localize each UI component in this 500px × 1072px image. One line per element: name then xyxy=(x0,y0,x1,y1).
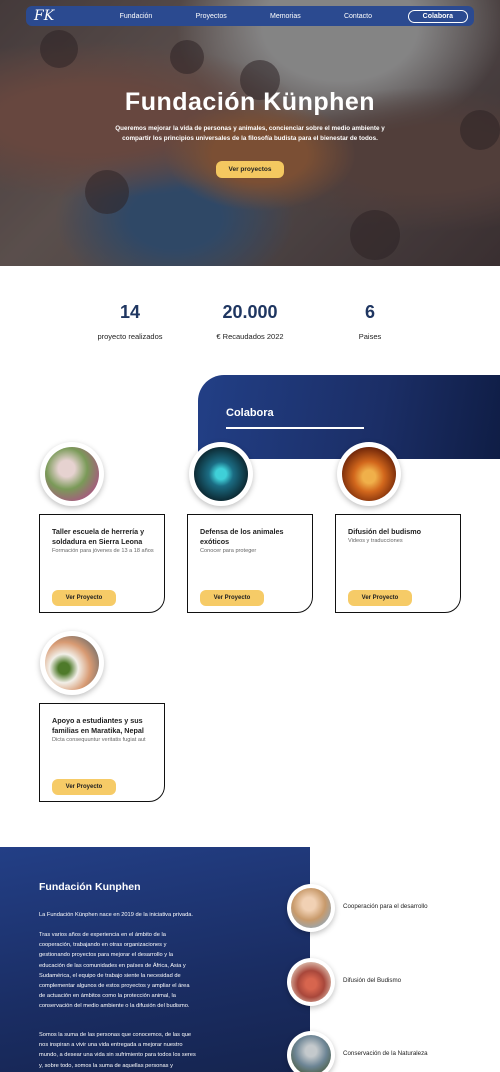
nav-link-memorias[interactable]: Memorias xyxy=(270,13,301,20)
about-title: Fundación Kunphen xyxy=(39,881,141,893)
project-description: Formación para jóvenes de 13 a 18 años xyxy=(52,548,154,554)
project-title: Taller escuela de herrería y soldadura e… xyxy=(52,527,145,546)
project-description: Conocer para proteger xyxy=(200,548,257,554)
hero-subtitle: Queremos mejorar la vida de personas y a… xyxy=(115,125,385,142)
hero-section: Fundación Künphen Queremos mejorar la vi… xyxy=(0,0,500,266)
stat-value: 6 xyxy=(310,298,430,326)
stat-raised: 20.000 € Recaudados 2022 xyxy=(190,298,310,341)
project-description: Dicta consequuntur veritatis fugiat aut xyxy=(52,737,146,743)
view-project-button[interactable]: Ver Proyecto xyxy=(52,779,116,795)
project-image xyxy=(45,447,99,501)
area-image xyxy=(291,888,331,928)
area-label: Difusión del Budismo xyxy=(343,977,402,984)
about-paragraph: La Fundación Künphen nace en 2019 de la … xyxy=(39,912,193,918)
nav-link-fundacion[interactable]: Fundación xyxy=(120,13,153,20)
view-project-button[interactable]: Ver Proyecto xyxy=(200,590,264,606)
view-projects-button[interactable]: Ver proyectos xyxy=(216,161,284,178)
project-thumbnail xyxy=(40,631,104,695)
nav-link-proyectos[interactable]: Proyectos xyxy=(196,13,227,20)
project-image xyxy=(342,447,396,501)
about-paragraph: Somos la suma de las personas que conoce… xyxy=(39,1032,196,1069)
stat-value: 20.000 xyxy=(190,298,310,326)
area-label: Cooperación para el desarrollo xyxy=(343,903,428,910)
area-thumbnail xyxy=(287,1031,335,1072)
area-image xyxy=(291,1035,331,1072)
project-thumbnail xyxy=(40,442,104,506)
hero-title: Fundación Künphen xyxy=(124,88,376,116)
project-title: Difusión del budismo xyxy=(348,527,422,536)
stat-label: € Recaudados 2022 xyxy=(216,332,284,341)
area-image xyxy=(291,962,331,1002)
view-project-button[interactable]: Ver Proyecto xyxy=(348,590,412,606)
area-item-budismo[interactable]: Difusión del Budismo xyxy=(287,958,467,1008)
area-thumbnail xyxy=(287,884,335,932)
project-title: Defensa de los animales exóticos xyxy=(200,527,284,546)
area-item-naturaleza[interactable]: Conservación de la Naturaleza xyxy=(287,1031,467,1072)
stat-label: proyecto realizados xyxy=(97,332,163,341)
project-thumbnail xyxy=(337,442,401,506)
colabora-nav-button[interactable]: Colabora xyxy=(407,9,468,23)
view-project-button[interactable]: Ver Proyecto xyxy=(52,590,116,606)
nav-links: Fundación Proyectos Memorias Contacto xyxy=(58,13,408,20)
area-item-cooperacion[interactable]: Cooperación para el desarrollo xyxy=(287,884,467,934)
about-section: Fundación Kunphen La Fundación Künphen n… xyxy=(0,847,310,1072)
project-card[interactable]: Difusión del budismo Videos y traduccion… xyxy=(335,514,461,613)
project-card[interactable]: Defensa de los animales exóticos Conocer… xyxy=(187,514,313,613)
area-label: Conservación de la Naturaleza xyxy=(343,1050,428,1057)
colabora-banner: Colabora xyxy=(198,375,500,459)
project-image xyxy=(194,447,248,501)
stat-label: Paises xyxy=(358,332,382,341)
project-image xyxy=(45,636,99,690)
project-thumbnail xyxy=(189,442,253,506)
nav-link-contacto[interactable]: Contacto xyxy=(344,13,372,20)
logo[interactable]: FK xyxy=(34,7,58,25)
project-card[interactable]: Taller escuela de herrería y soldadura e… xyxy=(39,514,165,613)
colabora-title: Colabora xyxy=(226,407,274,419)
project-card[interactable]: Apoyo a estudiantes y sus familias en Ma… xyxy=(39,703,165,802)
stat-projects: 14 proyecto realizados xyxy=(70,298,190,341)
area-thumbnail xyxy=(287,958,335,1006)
project-description: Videos y traducciones xyxy=(348,538,403,544)
top-navigation: FK Fundación Proyectos Memorias Contacto… xyxy=(26,6,474,26)
colabora-underline xyxy=(226,427,364,429)
stat-value: 14 xyxy=(70,298,190,326)
about-paragraph: Tras varios años de experiencia en el ám… xyxy=(39,932,190,1010)
project-title: Apoyo a estudiantes y sus familias en Ma… xyxy=(52,716,144,735)
stat-countries: 6 Paises xyxy=(310,298,430,341)
